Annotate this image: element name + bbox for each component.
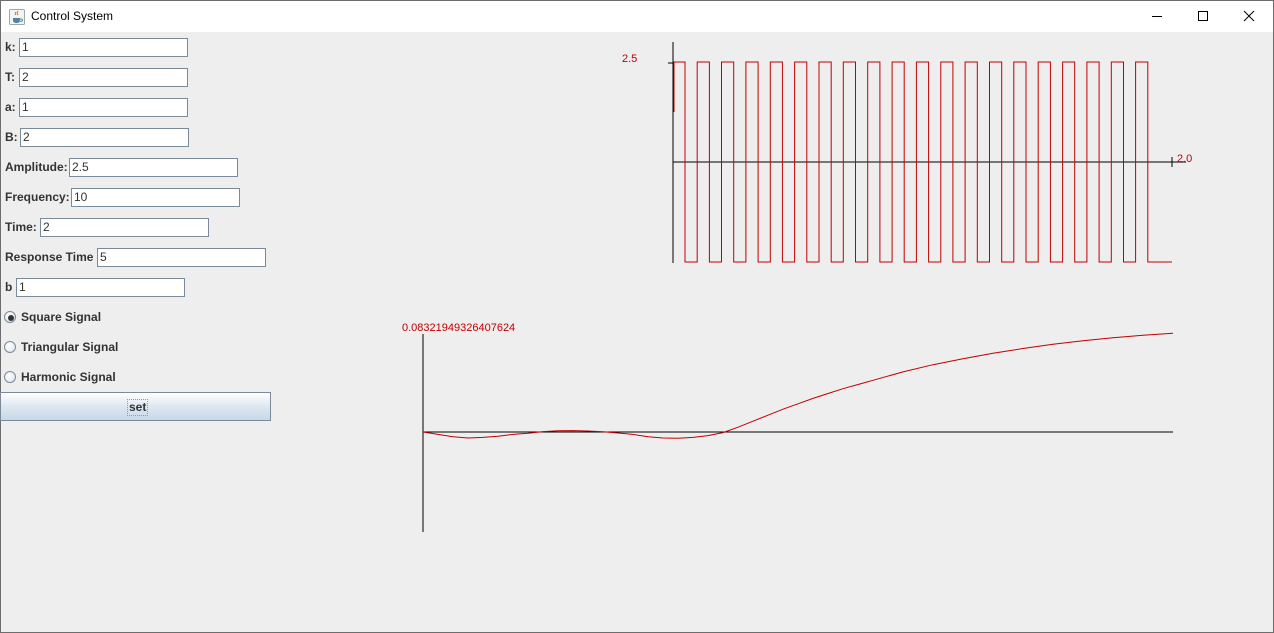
input-y-max-label: 2.5 [622,53,637,65]
signal-plots: 2.5 2.0 0.08321949326407624 [402,42,1192,532]
response-line [422,332,1174,439]
input-x-max-label: 2.0 [1177,153,1192,165]
response-y-max-label: 0.08321949326407624 [402,322,515,334]
